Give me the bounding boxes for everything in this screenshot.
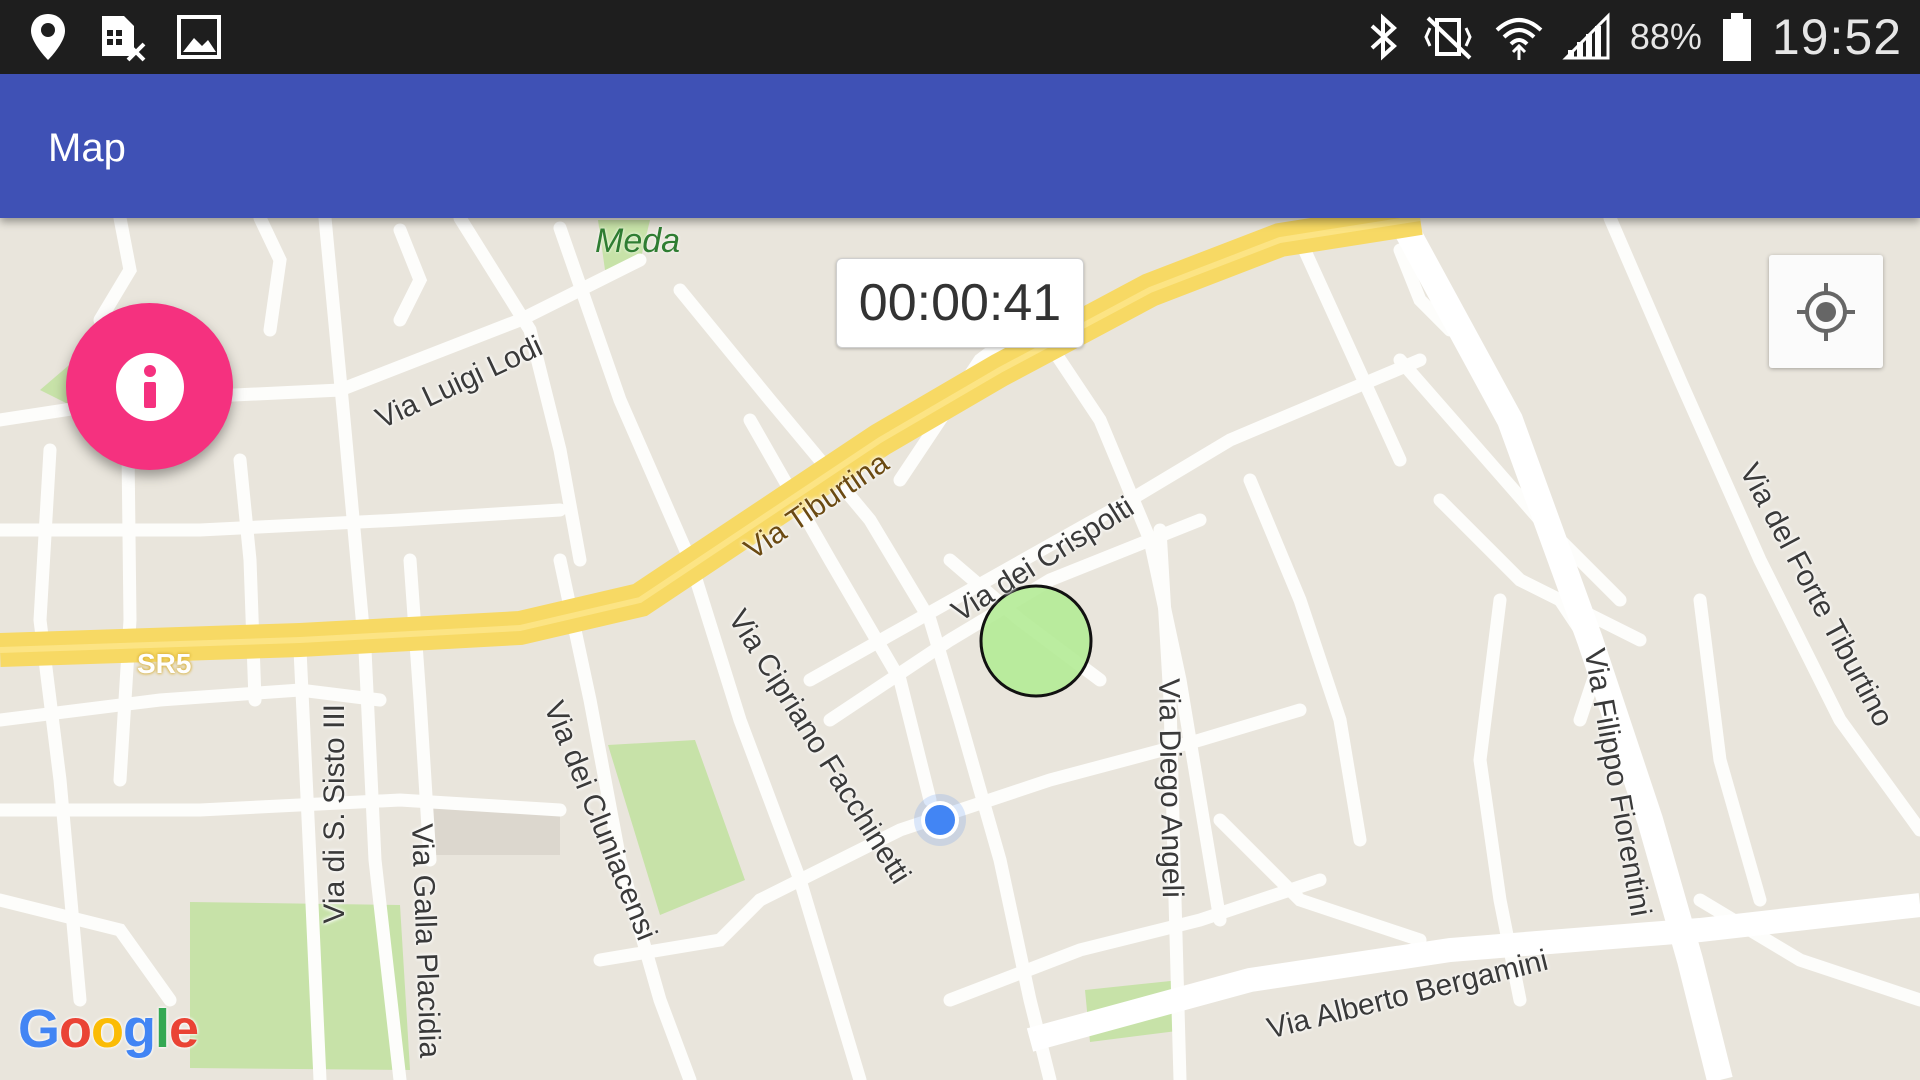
google-logo: Google xyxy=(18,999,199,1059)
my-location-icon xyxy=(1797,282,1855,341)
elapsed-timer: 00:00:41 xyxy=(836,258,1084,348)
location-pin-icon xyxy=(28,12,68,62)
route-label-sr5: SR5 xyxy=(137,648,192,679)
battery-percentage: 88% xyxy=(1629,16,1702,57)
sim-card-off-icon xyxy=(98,12,146,62)
status-bar-right-icons: 88% 19:52 xyxy=(1366,0,1902,74)
street-label-via-di-s-sisto-iii: Via di S. Sisto III xyxy=(318,704,351,924)
image-icon xyxy=(176,14,222,60)
app-bar: Map xyxy=(0,74,1920,218)
status-bar-left-icons xyxy=(28,0,222,74)
info-icon xyxy=(115,352,184,421)
poi-label-meda: Meda xyxy=(595,222,681,260)
my-location-button[interactable] xyxy=(1769,255,1883,368)
wifi-icon xyxy=(1494,12,1544,62)
status-bar: 88% 19:52 xyxy=(0,0,1920,74)
vibrate-mute-icon xyxy=(1420,12,1476,62)
info-fab-button[interactable] xyxy=(66,303,233,470)
page-title: Map xyxy=(48,126,126,170)
status-bar-clock: 19:52 xyxy=(1771,9,1902,65)
bluetooth-icon xyxy=(1366,12,1402,62)
street-label-via-diego-angeli: Via Diego Angeli xyxy=(1152,678,1189,899)
cellular-signal-icon xyxy=(1562,12,1612,62)
battery-icon xyxy=(1720,11,1754,63)
user-location-dot xyxy=(925,805,955,835)
